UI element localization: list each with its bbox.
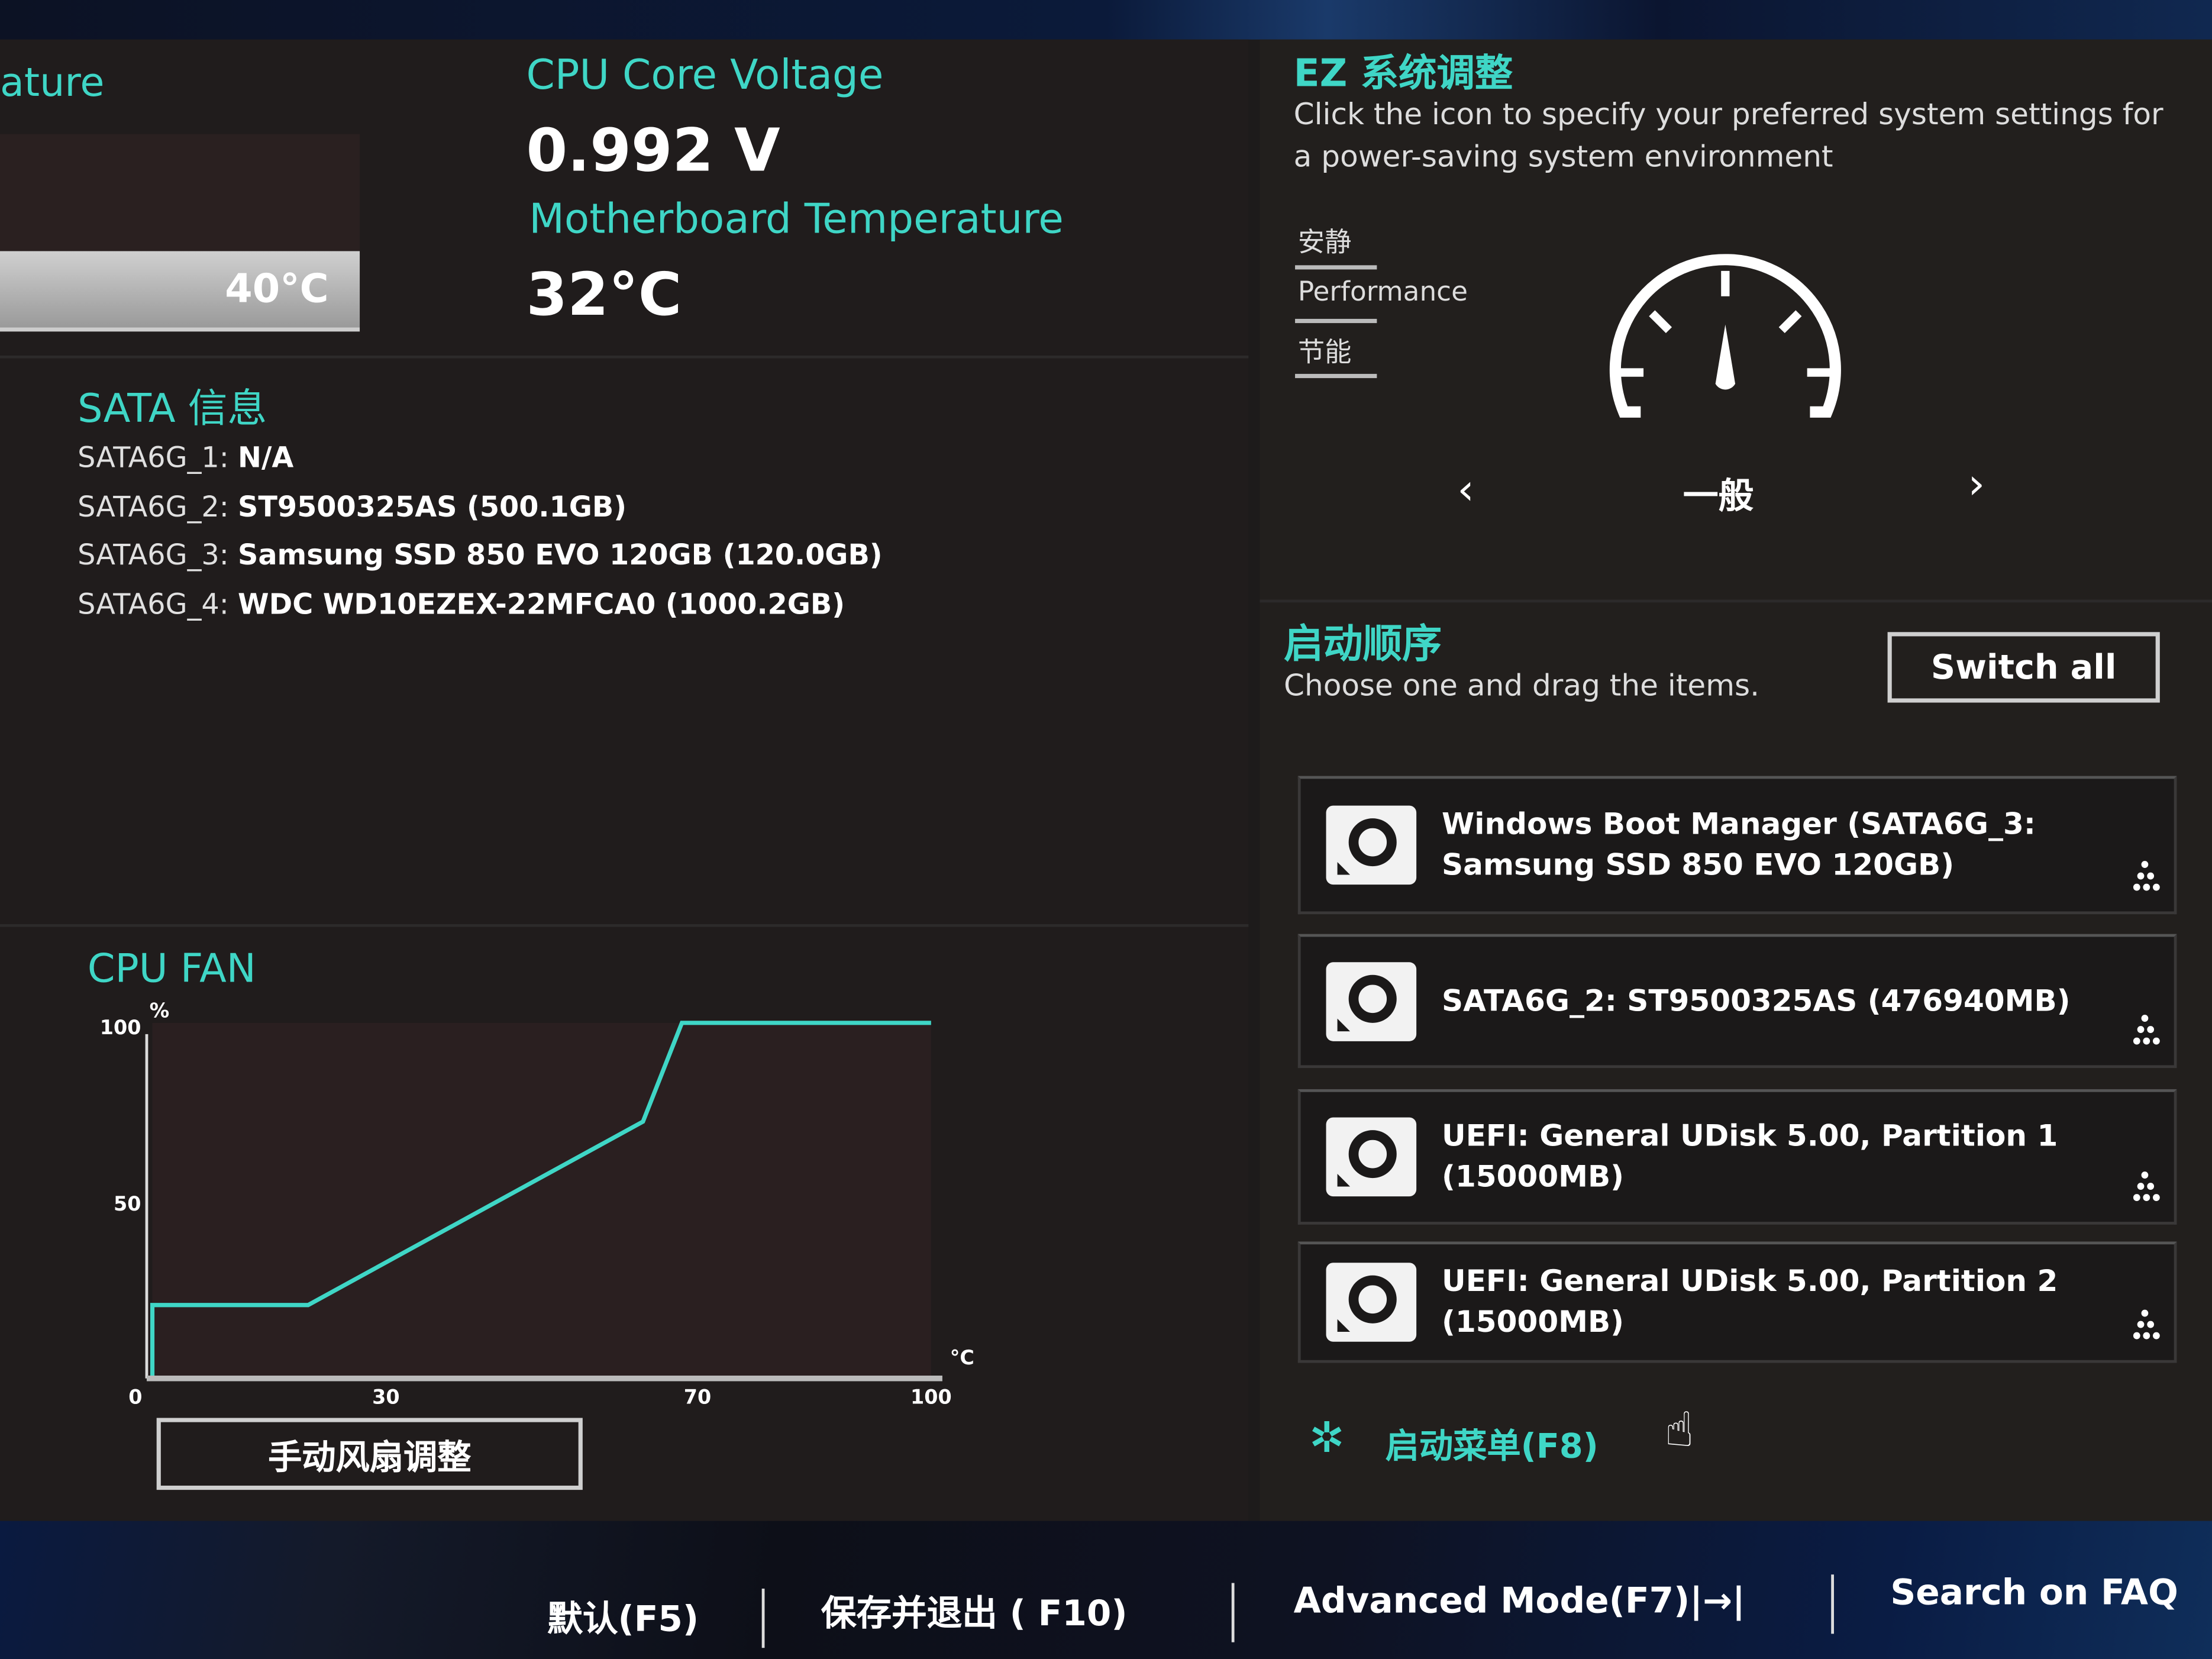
sata-device: WDC WD10EZEX-22MFCA0 (1000.2GB) (238, 586, 845, 621)
cpu-voltage-label: CPU Core Voltage (526, 50, 884, 99)
save-exit-button[interactable]: 保存并退出 ( F10) (821, 1586, 1128, 1637)
prev-mode-button[interactable]: ‹ (1457, 466, 1474, 515)
mb-temperature-value: 32°C (526, 259, 682, 329)
boot-item-line: Samsung SSD 850 EVO 120GB) (1442, 848, 1955, 882)
boot-menu-icon: ✲ (1309, 1413, 1345, 1463)
sata-port-label: SATA6G_3: (77, 537, 229, 572)
y-tick-label: 50 (114, 1192, 141, 1215)
cpu-fan-chart[interactable]: 0 30 70 100 100 50% °C (85, 987, 1002, 1411)
sata-title: SATA 信息 (77, 385, 267, 432)
mb-temperature-label: Motherboard Temperature (529, 195, 1064, 243)
sata-port-row: SATA6G_1: N/A (77, 440, 293, 474)
boot-item[interactable]: UEFI: General UDisk 5.00, Partition 2 (15… (1297, 1241, 2177, 1363)
advanced-mode-label: Advanced Mode(F7)| (1293, 1580, 1703, 1621)
hard-disk-icon (1326, 805, 1417, 885)
manual-fan-tuning-button[interactable]: 手动风扇调整 (156, 1418, 583, 1490)
boot-priority-title: 启动顺序 (1283, 621, 1442, 667)
divider (1295, 265, 1377, 270)
hand-pointer-icon: ☝ (1664, 1402, 1694, 1459)
sata-port-label: SATA6G_4: (77, 586, 229, 621)
x-tick-label: 70 (684, 1386, 711, 1409)
advanced-mode-button[interactable]: Advanced Mode(F7)|→| (1294, 1580, 1745, 1621)
divider (1231, 1583, 1235, 1642)
divider (1260, 599, 2212, 603)
boot-item-line: (15000MB) (1442, 1160, 1625, 1194)
boot-item[interactable]: Windows Boot Manager (SATA6G_3: Samsung S… (1297, 776, 2177, 915)
x-tick-label: 30 (372, 1386, 399, 1409)
mode-option-energy-saving[interactable]: 节能 (1298, 331, 1352, 369)
sata-device: N/A (238, 440, 294, 475)
cpu-temperature-value: 40°C (225, 265, 329, 312)
current-mode-label: 一般 (1683, 475, 1754, 517)
sata-port-row: SATA6G_4: WDC WD10EZEX-22MFCA0 (1000.2GB… (77, 586, 845, 620)
boot-item[interactable]: SATA6G_2: ST9500325AS (476940MB) • •• ••• (1297, 934, 2177, 1069)
y-axis-label: % (150, 999, 169, 1022)
boot-item-line: UEFI: General UDisk 5.00, Partition 1 (1442, 1118, 2058, 1153)
default-button[interactable]: 默认(F5) (547, 1592, 699, 1642)
boot-priority-hint: Choose one and drag the items. (1283, 669, 1760, 703)
divider (1295, 373, 1377, 379)
next-mode-button[interactable]: › (1968, 460, 1985, 509)
boot-item-line: Windows Boot Manager (SATA6G_3: (1442, 806, 2036, 841)
temperature-history (0, 134, 360, 251)
boot-item-label: SATA6G_2: ST9500325AS (476940MB) (1442, 980, 2070, 1021)
boot-item-label: Windows Boot Manager (SATA6G_3: Samsung S… (1442, 804, 2036, 886)
boot-item-line: (15000MB) (1442, 1305, 1625, 1339)
x-tick-label: 0 (128, 1386, 142, 1409)
cpu-temperature-label: ature (0, 59, 105, 106)
search-faq-link[interactable]: Search on FAQ (1890, 1571, 2178, 1612)
cpu-fan-title: CPU FAN (87, 945, 256, 992)
drag-handle-icon[interactable]: • •• ••• (2130, 1010, 2162, 1053)
hard-disk-icon (1326, 1117, 1417, 1197)
sata-device: ST9500325AS (500.1GB) (238, 489, 627, 523)
boot-item-label: UEFI: General UDisk 5.00, Partition 2 (15… (1442, 1261, 2058, 1343)
boot-item-line: UEFI: General UDisk 5.00, Partition 2 (1442, 1264, 2058, 1298)
boot-item-label: UEFI: General UDisk 5.00, Partition 1 (15… (1442, 1116, 2058, 1198)
hard-disk-icon (1326, 1263, 1417, 1342)
hard-disk-icon (1326, 961, 1417, 1041)
divider (0, 924, 1249, 927)
switch-all-button[interactable]: Switch all (1887, 632, 2160, 703)
divider (761, 1589, 765, 1648)
sata-port-label: SATA6G_2: (77, 489, 229, 523)
cpu-voltage-value: 0.992 V (526, 115, 780, 185)
divider (1831, 1574, 1834, 1634)
ez-tuning-description: Click the icon to specify your preferred… (1293, 97, 2163, 174)
cpu-temperature-bar: 40°C (0, 251, 360, 332)
boot-menu-button[interactable]: 启动菜单(F8) (1386, 1418, 1599, 1467)
drag-handle-icon[interactable]: • •• ••• (2130, 1167, 2162, 1209)
header-band (0, 0, 2212, 40)
sata-port-label: SATA6G_1: (77, 440, 229, 475)
mode-option-performance[interactable]: Performance (1298, 276, 1468, 307)
sata-port-row: SATA6G_2: ST9500325AS (500.1GB) (77, 489, 627, 522)
sata-port-row: SATA6G_3: Samsung SSD 850 EVO 120GB (120… (77, 538, 882, 572)
divider (1295, 318, 1377, 324)
sata-device: Samsung SSD 850 EVO 120GB (120.0GB) (238, 537, 883, 572)
y-tick-label: 100 (100, 1016, 141, 1039)
mode-option-quiet[interactable]: 安静 (1298, 221, 1352, 259)
speedometer-icon[interactable] (1599, 254, 1852, 423)
x-axis-label: °C (950, 1346, 974, 1369)
x-tick-label: 100 (910, 1386, 952, 1409)
bios-ez-mode: ature 40°C CPU Core Voltage 0.992 V Moth… (0, 0, 2212, 1659)
plot-area (152, 1022, 931, 1376)
boot-item[interactable]: UEFI: General UDisk 5.00, Partition 1 (15… (1297, 1089, 2177, 1225)
drag-handle-icon[interactable]: • •• ••• (2130, 1305, 2162, 1348)
divider (0, 355, 1249, 359)
drag-handle-icon[interactable]: • •• ••• (2130, 856, 2162, 899)
exit-arrow-icon: →| (1703, 1580, 1745, 1621)
boot-item-line: SATA6G_2: ST9500325AS (476940MB) (1442, 983, 2071, 1018)
ez-tuning-title: EZ 系统调整 (1293, 52, 1513, 96)
